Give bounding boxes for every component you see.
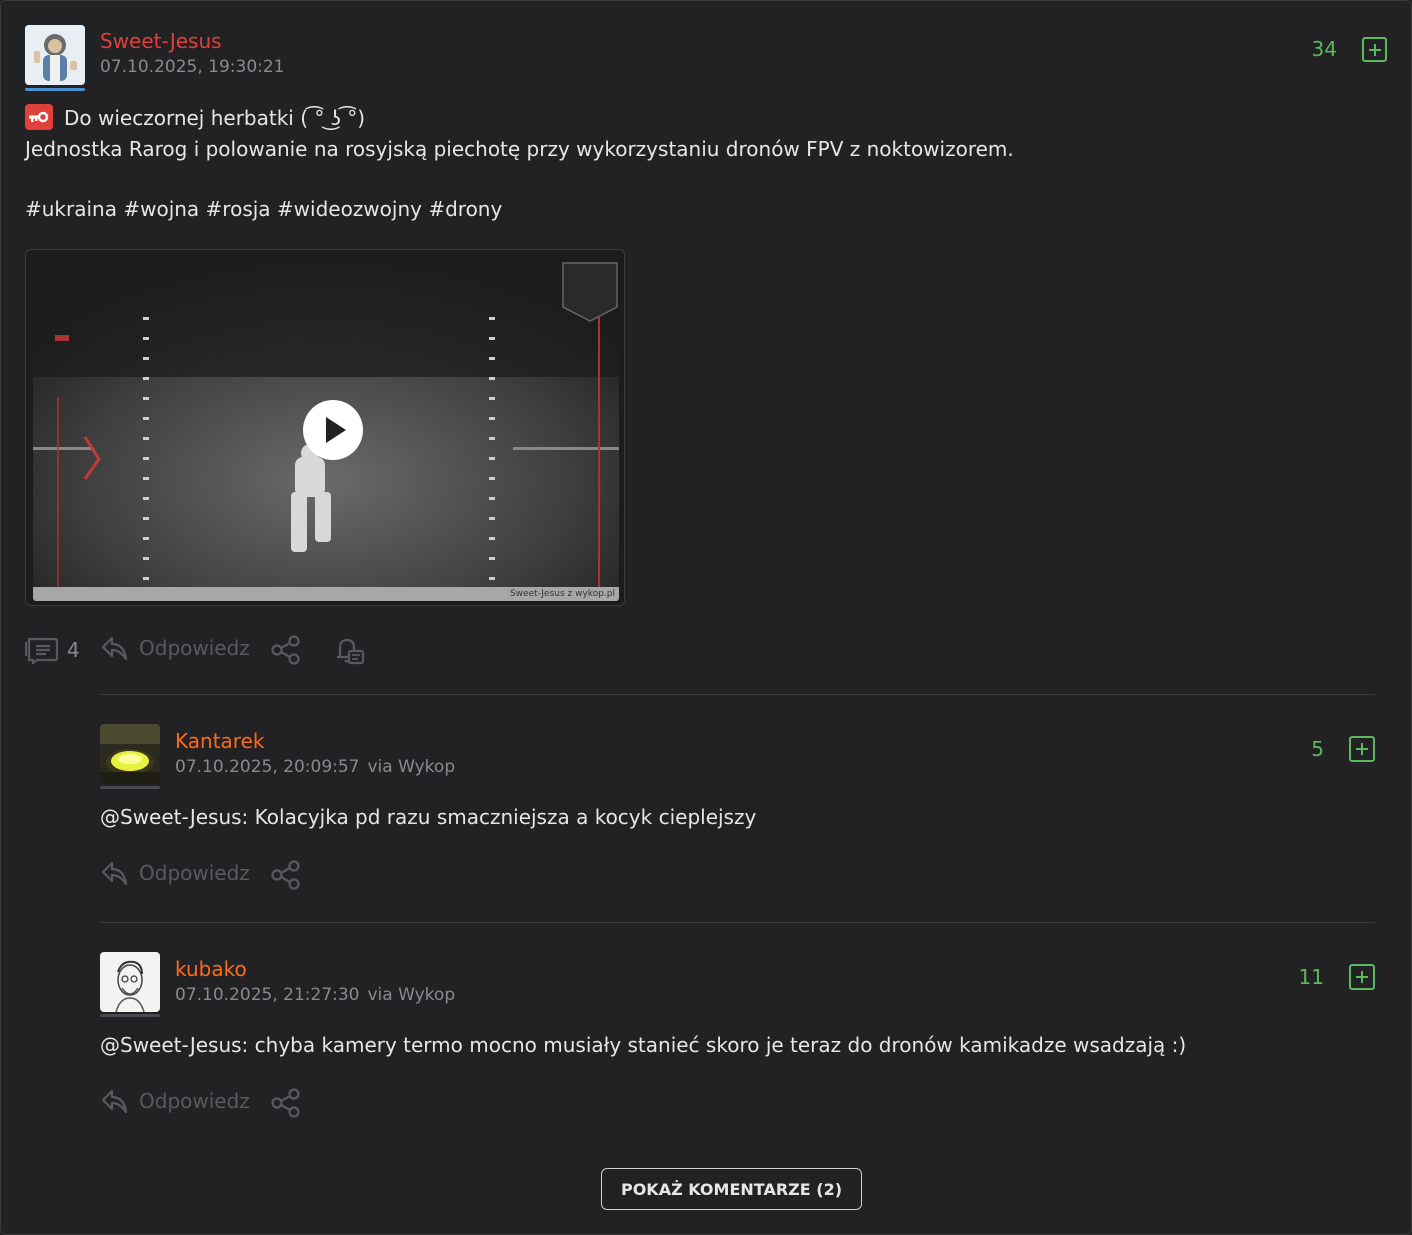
- share-button[interactable]: [270, 859, 302, 891]
- comment-date: 07.10.2025, 21:27:30 via Wykop: [175, 985, 456, 1005]
- share-icon: [271, 635, 300, 665]
- author-name[interactable]: kubako: [175, 957, 247, 981]
- post-date: 07.10.2025, 19:30:21: [100, 57, 285, 77]
- key-icon: [25, 104, 53, 130]
- divider: [100, 922, 1375, 923]
- post-body: Jednostka Rarog i polowanie na rosyjską …: [25, 137, 1014, 161]
- comment-date: 07.10.2025, 20:09:57 via Wykop: [175, 757, 456, 777]
- notify-button[interactable]: [333, 634, 365, 666]
- comments-count: 4: [67, 638, 80, 662]
- vote-count: 34: [1311, 37, 1337, 61]
- reply-label: Odpowiedz: [139, 1089, 250, 1113]
- reply-button[interactable]: Odpowiedz: [100, 634, 250, 662]
- share-icon: [271, 860, 300, 890]
- video-footer: Sweet-Jesus z wykop.pl: [33, 587, 619, 601]
- post-tags[interactable]: #ukraina #wojna #rosja #wideozwojny #dro…: [25, 197, 502, 221]
- comments-icon: [25, 637, 59, 664]
- reply-label: Odpowiedz: [139, 636, 250, 660]
- upvote-button[interactable]: [1362, 37, 1387, 62]
- mention-link[interactable]: @Sweet-Jesus:: [100, 1033, 248, 1057]
- video-embed[interactable]: Sweet-Jesus z wykop.pl: [25, 249, 625, 606]
- avatar-underline: [100, 1014, 160, 1017]
- avatar[interactable]: [25, 25, 85, 85]
- avatar[interactable]: [100, 724, 160, 784]
- video-thumbnail[interactable]: Sweet-Jesus z wykop.pl: [33, 257, 619, 601]
- avatar[interactable]: [100, 952, 160, 1012]
- avatar-underline: [25, 88, 85, 91]
- author-name[interactable]: Sweet-Jesus: [100, 29, 222, 53]
- comment-text: @Sweet-Jesus: Kolacyjka pd razu smacznie…: [100, 805, 757, 829]
- bell-icon: [337, 638, 365, 665]
- upvote-button[interactable]: [1349, 964, 1375, 990]
- reply-button[interactable]: Odpowiedz: [100, 859, 250, 887]
- share-icon: [271, 1088, 300, 1118]
- avatar-underline: [100, 786, 160, 789]
- vote-count: 5: [1311, 737, 1324, 761]
- comments-toggle[interactable]: 4: [25, 636, 80, 664]
- play-icon[interactable]: [303, 400, 363, 460]
- reply-button[interactable]: Odpowiedz: [100, 1087, 250, 1115]
- post-title-line: Do wieczornej herbatki ( ͡° ͜ʖ ͡°): [64, 106, 366, 130]
- share-button[interactable]: [270, 1087, 302, 1119]
- reply-label: Odpowiedz: [139, 861, 250, 885]
- share-button[interactable]: [270, 634, 302, 666]
- author-name[interactable]: Kantarek: [175, 729, 264, 753]
- vote-count: 11: [1298, 965, 1324, 989]
- reply-icon: [101, 636, 128, 661]
- mention-link[interactable]: @Sweet-Jesus:: [100, 805, 248, 829]
- show-comments-button[interactable]: POKAŻ KOMENTARZE (2): [601, 1168, 862, 1210]
- upvote-button[interactable]: [1349, 736, 1375, 762]
- divider: [100, 694, 1375, 695]
- reply-icon: [101, 861, 128, 886]
- comment-text: @Sweet-Jesus: chyba kamery termo mocno m…: [100, 1033, 1187, 1057]
- reply-icon: [101, 1089, 128, 1114]
